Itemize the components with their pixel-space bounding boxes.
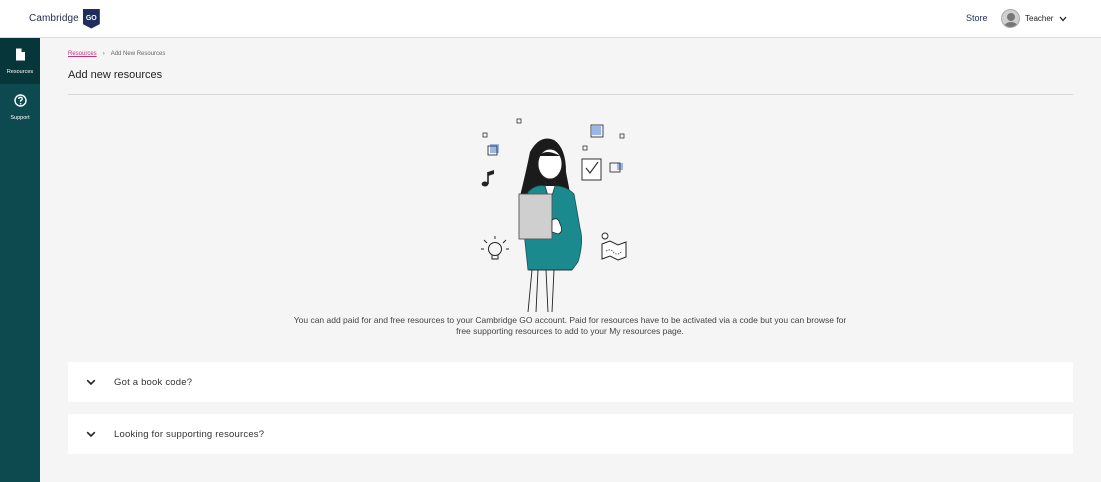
intro-line-2: free supporting resources to add to your…	[456, 326, 684, 336]
help-circle-icon	[13, 94, 27, 112]
accordion-label: Looking for supporting resources?	[114, 428, 265, 440]
user-menu[interactable]: Teacher	[1001, 8, 1068, 29]
breadcrumb: Resources › Add New Resources	[68, 51, 165, 57]
divider	[68, 94, 1073, 95]
page-title: Add new resources	[68, 69, 163, 81]
sidebar-item-support[interactable]: Support	[0, 84, 40, 130]
chevron-down-icon	[84, 375, 98, 389]
accordion-label: Got a book code?	[114, 376, 193, 388]
breadcrumb-separator: ›	[102, 51, 105, 57]
logo-text: Cambridge	[29, 13, 79, 24]
store-link[interactable]: Store	[966, 13, 988, 23]
sidebar-item-resources[interactable]: Resources	[0, 38, 40, 84]
sidebar-item-label: Resources	[6, 69, 34, 75]
document-icon	[15, 48, 26, 66]
logo-badge: GO	[82, 8, 100, 29]
sidebar: Resources Support	[0, 38, 40, 482]
chevron-down-icon	[84, 427, 98, 441]
avatar	[1001, 9, 1020, 28]
breadcrumb-current: Add New Resources	[110, 51, 166, 57]
accordion-supporting-resources[interactable]: Looking for supporting resources?	[68, 414, 1073, 454]
accordion-book-code[interactable]: Got a book code?	[68, 362, 1073, 402]
chevron-down-icon	[1058, 14, 1068, 24]
top-header: Cambridge GO Store Teacher	[0, 0, 1101, 38]
intro-text: You can add paid for and free resources …	[250, 315, 890, 337]
breadcrumb-link-resources[interactable]: Resources	[68, 51, 97, 57]
sidebar-item-label: Support	[10, 115, 30, 121]
woman-with-tablet-illustration	[481, 118, 627, 313]
user-name: Teacher	[1025, 14, 1054, 23]
cambridge-go-logo[interactable]: Cambridge GO	[29, 8, 100, 29]
intro-line-1: You can add paid for and free resources …	[293, 315, 847, 325]
